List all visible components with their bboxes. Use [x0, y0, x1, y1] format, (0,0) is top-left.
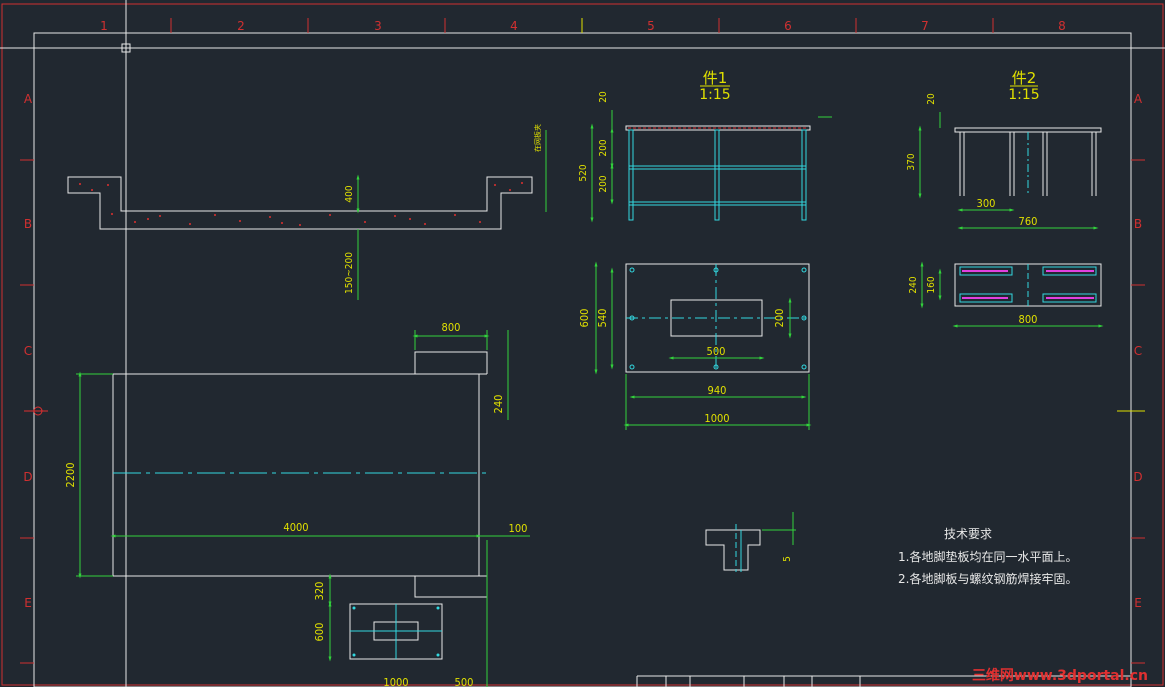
- part1-scale: 1:15: [699, 87, 730, 103]
- part2-views: 件2 1:15 20 370 300 760 240 160 800: [906, 69, 1104, 328]
- row-label-a-left: A: [24, 92, 33, 106]
- section-dim-400: 400: [344, 185, 355, 202]
- section-dim-150-200: 150~200: [344, 252, 355, 294]
- row-label-e-right: E: [1134, 596, 1142, 610]
- part2-scale: 1:15: [1008, 87, 1039, 103]
- col-label-4: 4: [510, 19, 518, 33]
- part1-dim-940: 940: [708, 384, 727, 397]
- col-label-5: 5: [647, 19, 655, 33]
- foundation-section-view: 400 150~200 在网板夹: [67, 124, 547, 300]
- part2-dim-760: 760: [1019, 215, 1038, 228]
- part1-dim-20: 20: [598, 91, 609, 103]
- plan-dim-2200: 2200: [64, 462, 77, 487]
- weld-detail: 5: [705, 512, 796, 572]
- plan-dim-240: 240: [492, 395, 505, 414]
- detail-dim-5: 5: [782, 556, 793, 562]
- col-label-1: 1: [100, 19, 108, 33]
- row-label-c-left: C: [24, 344, 32, 358]
- col-label-3: 3: [374, 19, 382, 33]
- col-label-2: 2: [237, 19, 245, 33]
- watermark: 三维网www.3dportal.cn: [972, 667, 1148, 684]
- sheet-border: [33, 32, 1132, 687]
- col-label-8: 8: [1058, 19, 1066, 33]
- cad-drawing-canvas: 1 2 3 4 5 6 7 8 A B C D E A B C D E 400 …: [0, 0, 1165, 687]
- tech-item-1: 1.各地脚垫板均在同一水平面上。: [898, 549, 1077, 564]
- part1-dim-600: 600: [578, 309, 591, 328]
- plan-dim-100: 100: [509, 522, 528, 535]
- grid-ticks: [20, 18, 1145, 664]
- plan-dim-500: 500: [455, 676, 474, 687]
- part1-views: 件1 1:15 20 200 200 520 600 540 200 500 9…: [578, 69, 832, 430]
- part2-dim-160: 160: [926, 276, 937, 293]
- part2-dim-800: 800: [1019, 313, 1038, 326]
- part1-dim-500: 500: [707, 345, 726, 358]
- part1-dim-200b: 200: [598, 175, 609, 192]
- plan-dim-800: 800: [442, 321, 461, 334]
- col-label-6: 6: [784, 19, 792, 33]
- tech-title: 技术要求: [944, 527, 992, 541]
- part1-dim-520: 520: [578, 164, 589, 181]
- row-label-a-right: A: [1134, 92, 1143, 106]
- plan-dim-320: 320: [313, 582, 326, 601]
- part2-dim-370: 370: [906, 153, 917, 170]
- plan-dim-4000: 4000: [283, 521, 308, 534]
- foundation-plan-view: 800 240 2200 4000 100 320 600 1000 500: [64, 321, 530, 687]
- tech-requirements: 技术要求 1.各地脚垫板均在同一水平面上。 2.各地脚板与螺纹钢筋焊接牢固。: [898, 527, 1077, 586]
- row-label-b-left: B: [24, 217, 32, 231]
- part2-title: 件2: [1012, 69, 1037, 87]
- row-label-c-right: C: [1134, 344, 1142, 358]
- part1-dim-540: 540: [596, 309, 609, 328]
- row-label-d-right: D: [1133, 470, 1142, 484]
- col-label-7: 7: [921, 19, 929, 33]
- plan-dim-600: 600: [313, 623, 326, 642]
- concrete-hatch: [79, 182, 523, 226]
- part1-title: 件1: [703, 69, 728, 87]
- part2-dim-20: 20: [926, 93, 937, 105]
- section-note: 在网板夹: [533, 124, 542, 152]
- part2-dim-300: 300: [977, 197, 996, 210]
- row-label-e-left: E: [24, 596, 32, 610]
- plan-dim-1000: 1000: [383, 676, 408, 687]
- row-label-b-right: B: [1134, 217, 1142, 231]
- part1-dim-200a: 200: [598, 139, 609, 156]
- row-label-d-left: D: [23, 470, 32, 484]
- column-labels: 1 2 3 4 5 6 7 8: [100, 19, 1066, 33]
- part2-dim-240: 240: [908, 276, 919, 293]
- origin-marker-icon: [24, 406, 48, 416]
- part1-dim-1000: 1000: [704, 412, 729, 425]
- part1-dim-200: 200: [773, 309, 786, 328]
- tech-item-2: 2.各地脚板与螺纹钢筋焊接牢固。: [898, 571, 1077, 586]
